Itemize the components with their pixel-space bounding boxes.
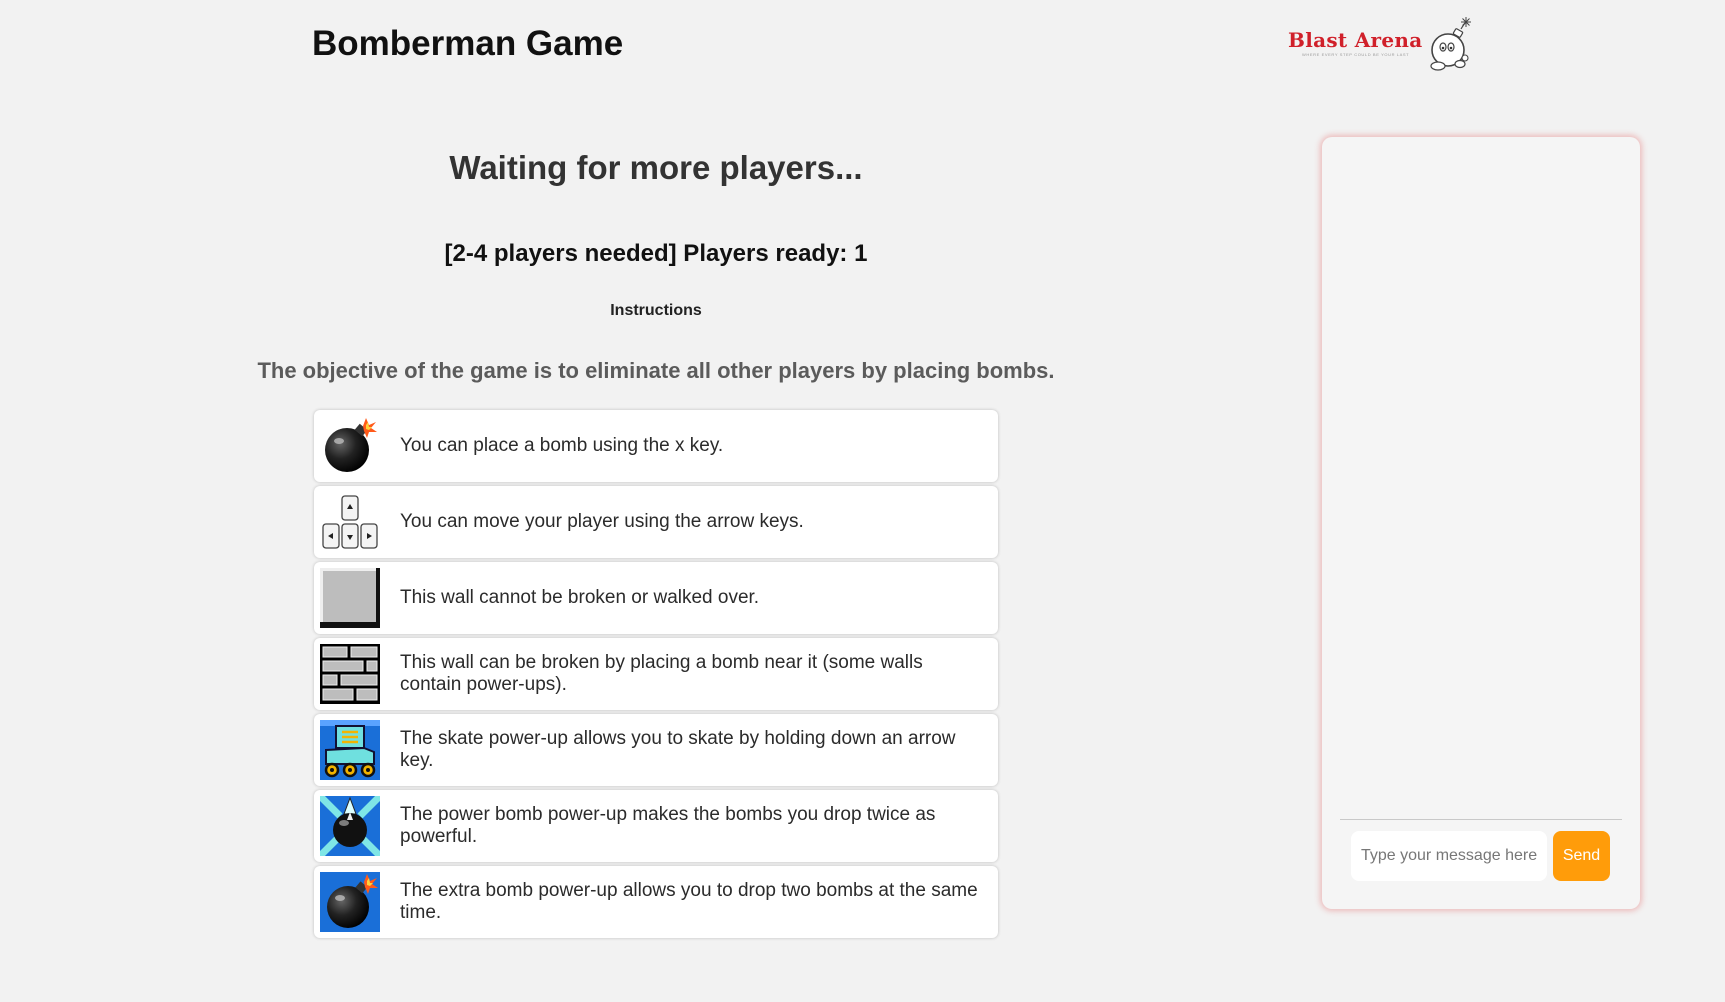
skate-powerup-icon	[320, 720, 380, 780]
instruction-text: This wall can be broken by placing a bom…	[400, 652, 923, 695]
instruction-text: The skate power-up allows you to skate b…	[400, 728, 956, 771]
instruction-text: You can move your player using the arrow…	[400, 511, 804, 532]
instruction-text: You can place a bomb using the x key.	[400, 435, 724, 456]
game-objective: The objective of the game is to eliminat…	[257, 358, 1055, 383]
bomb-mascot-icon	[1430, 17, 1471, 71]
chat-divider	[1340, 819, 1622, 820]
extra-bomb-powerup-icon	[320, 872, 380, 932]
instruction-text: The extra bomb power-up allows you to dr…	[400, 880, 978, 923]
instruction-item: The skate power-up allows you to skate b…	[314, 714, 998, 786]
lobby-section: Waiting for more players... [2-4 players…	[230, 149, 1082, 383]
players-ready-count: [2-4 players needed] Players ready: 1	[444, 240, 868, 267]
send-button[interactable]: Send	[1553, 831, 1610, 881]
power-bomb-powerup-icon	[320, 796, 380, 856]
chat-panel: Send	[1322, 137, 1640, 909]
instructions-heading: Instructions	[610, 302, 702, 319]
chat-message-input[interactable]	[1351, 831, 1547, 881]
instruction-item: The extra bomb power-up allows you to dr…	[314, 866, 998, 938]
logo-text: Blast Arena	[1288, 28, 1423, 52]
instruction-item: This wall cannot be broken or walked ove…	[314, 562, 998, 634]
brick-wall-icon	[320, 644, 380, 704]
instruction-item: The power bomb power-up makes the bombs …	[314, 790, 998, 862]
instruction-text: The power bomb power-up makes the bombs …	[400, 804, 936, 847]
instruction-item: You can place a bomb using the x key.	[314, 410, 998, 482]
waiting-status: Waiting for more players...	[449, 149, 863, 186]
instructions-list: You can place a bomb using the x key. Yo…	[314, 410, 998, 942]
instruction-item: You can move your player using the arrow…	[314, 486, 998, 558]
page-title: Bomberman Game	[312, 24, 624, 63]
chat-messages[interactable]	[1340, 147, 1622, 819]
instruction-text: This wall cannot be broken or walked ove…	[400, 587, 760, 608]
instruction-item: This wall can be broken by placing a bom…	[314, 638, 998, 710]
arrow-keys-icon	[320, 492, 380, 552]
solid-wall-icon	[320, 568, 380, 628]
bomb-icon	[320, 416, 380, 476]
blast-arena-logo: Blast Arena WHERE EVERY STEP COULD BE YO…	[1288, 16, 1476, 74]
logo-tagline: WHERE EVERY STEP COULD BE YOUR LAST	[1302, 52, 1410, 57]
